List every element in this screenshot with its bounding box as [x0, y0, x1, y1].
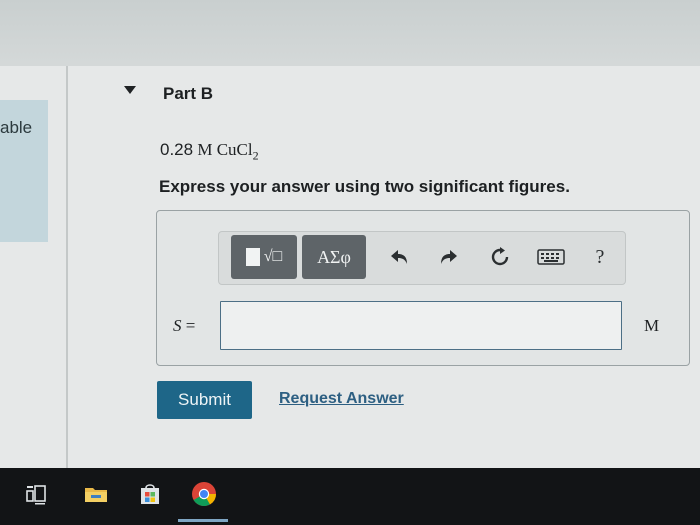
- help-button[interactable]: ?: [588, 245, 612, 269]
- file-explorer-icon[interactable]: [82, 480, 110, 508]
- concentration-unit: M: [197, 140, 213, 159]
- answer-input[interactable]: [220, 301, 622, 350]
- template-block-icon: [245, 248, 260, 266]
- question-formula: 0.28 M CuCl2: [160, 140, 259, 163]
- answer-unit: M: [644, 316, 660, 335]
- templates-label: √□: [263, 248, 283, 265]
- undo-icon[interactable]: [387, 245, 411, 269]
- store-icon[interactable]: [136, 480, 164, 508]
- browser-top-area: [0, 0, 700, 70]
- compound-formula: CuCl: [216, 140, 253, 159]
- keyboard-icon[interactable]: [536, 245, 566, 269]
- reset-icon[interactable]: [488, 245, 512, 269]
- part-title[interactable]: Part B: [163, 84, 213, 104]
- question-instruction: Express your answer using two significan…: [159, 177, 570, 196]
- collapse-caret-icon[interactable]: [124, 86, 136, 94]
- templates-button[interactable]: √□: [231, 235, 297, 279]
- concentration-value: 0.28: [160, 140, 194, 159]
- side-panel-label: able: [0, 118, 33, 137]
- symbols-button[interactable]: ΑΣφ: [302, 235, 366, 279]
- submit-button[interactable]: Submit: [157, 381, 252, 419]
- request-answer-link[interactable]: Request Answer: [279, 390, 404, 408]
- answer-equals: =: [185, 316, 196, 335]
- task-view-icon[interactable]: [22, 480, 50, 508]
- redo-icon[interactable]: [437, 245, 461, 269]
- formula-subscript: 2: [252, 148, 259, 163]
- active-app-indicator: [178, 519, 228, 522]
- answer-variable-label: S =: [173, 316, 195, 336]
- chrome-icon[interactable]: [190, 480, 218, 508]
- answer-variable: S: [173, 316, 182, 335]
- content-divider: [66, 66, 68, 468]
